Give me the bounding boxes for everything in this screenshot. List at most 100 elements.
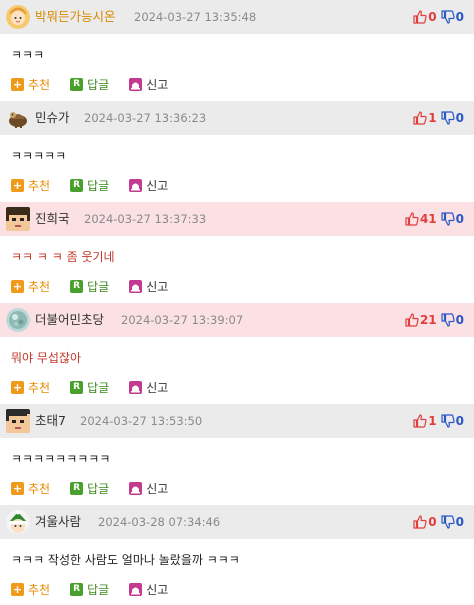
thumbs-up-icon (413, 515, 427, 529)
thumbs-down-icon (441, 10, 455, 24)
vote-box: 21 0 (405, 303, 464, 337)
recommend-label: 추천 (28, 583, 51, 597)
recommend-button[interactable]: + 추천 (11, 379, 50, 396)
reply-button[interactable]: R 답글 (70, 278, 109, 295)
thumbs-up-icon (413, 10, 427, 24)
comment-actions: + 추천 R 답글 신고 (11, 177, 188, 194)
plus-icon: + (11, 583, 24, 596)
downvote-count: 0 (455, 10, 464, 24)
upvote-count: 21 (419, 313, 437, 327)
reply-button[interactable]: R 답글 (70, 177, 109, 194)
comment-text: ㅋㅋㅋㅋㅋㅋㅋㅋㅋ (11, 452, 111, 466)
report-button[interactable]: 신고 (129, 581, 168, 598)
comment-header: 진희국 2024-03-27 13:37:33 41 0 (0, 202, 474, 236)
comment-item: 더불어민초당 2024-03-27 13:39:07 21 0 뭐야 무섭잖아 … (0, 303, 474, 404)
thumbs-up-icon (405, 313, 419, 327)
report-button[interactable]: 신고 (129, 177, 168, 194)
upvote-button[interactable]: 0 (413, 515, 438, 529)
downvote-button[interactable]: 0 (441, 111, 464, 125)
reply-icon: R (70, 583, 84, 596)
downvote-button[interactable]: 0 (441, 313, 464, 327)
recommend-button[interactable]: + 추천 (11, 177, 50, 194)
reply-button[interactable]: R 답글 (70, 480, 109, 497)
comment-text: ㅋㅋㅋ (11, 48, 45, 62)
report-button[interactable]: 신고 (129, 379, 168, 396)
comment-item: 겨울사람 2024-03-28 07:34:46 0 0 ㅋㅋㅋ 작성한 사람도… (0, 505, 474, 605)
recommend-label: 추천 (28, 280, 51, 294)
downvote-count: 0 (455, 515, 464, 529)
vote-box: 0 0 (413, 505, 464, 539)
thumbs-down-icon (441, 414, 455, 428)
thumbs-down-icon (441, 212, 455, 226)
report-label: 신고 (146, 280, 169, 294)
nickname[interactable]: 겨울사람 (35, 505, 81, 539)
thumbs-down-icon (441, 111, 455, 125)
downvote-count: 0 (455, 212, 464, 226)
nickname[interactable]: 진희국 (35, 202, 70, 236)
reply-label: 답글 (87, 78, 110, 92)
plus-icon: + (11, 280, 24, 293)
avatar[interactable] (6, 106, 30, 130)
downvote-button[interactable]: 0 (441, 212, 464, 226)
plus-icon: + (11, 482, 24, 495)
thumbs-up-icon (405, 212, 419, 226)
downvote-button[interactable]: 0 (441, 414, 464, 428)
report-icon (129, 179, 143, 192)
reply-icon: R (70, 381, 84, 394)
comment-item: 초태7 2024-03-27 13:53:50 1 0 ㅋㅋㅋㅋㅋㅋㅋㅋㅋ + 추… (0, 404, 474, 505)
avatar[interactable] (6, 207, 30, 231)
downvote-count: 0 (455, 313, 464, 327)
upvote-count: 1 (428, 414, 437, 428)
downvote-button[interactable]: 0 (441, 10, 464, 24)
nickname[interactable]: 초태7 (35, 404, 66, 438)
avatar[interactable] (6, 510, 30, 534)
reply-button[interactable]: R 답글 (70, 379, 109, 396)
reply-label: 답글 (87, 381, 110, 395)
comment-item: 박뭐든가능시온 2024-03-27 13:35:48 0 0 ㅋㅋㅋ + 추천 … (0, 0, 474, 101)
nickname[interactable]: 박뭐든가능시온 (35, 0, 116, 34)
upvote-button[interactable]: 41 (405, 212, 439, 226)
report-button[interactable]: 신고 (129, 480, 168, 497)
reply-icon: R (70, 482, 84, 495)
comment-actions: + 추천 R 답글 신고 (11, 278, 188, 295)
upvote-count: 0 (428, 515, 437, 529)
thumbs-up-icon (413, 111, 427, 125)
upvote-button[interactable]: 1 (413, 111, 438, 125)
report-icon (129, 78, 143, 91)
recommend-button[interactable]: + 추천 (11, 581, 50, 598)
comment-item: 민슈가 2024-03-27 13:36:23 1 0 ㅋㅋㅋㅋㅋ + 추천 R답… (0, 101, 474, 202)
recommend-button[interactable]: + 추천 (11, 76, 50, 93)
nickname[interactable]: 더불어민초당 (35, 303, 104, 337)
downvote-button[interactable]: 0 (441, 515, 464, 529)
report-label: 신고 (146, 482, 169, 496)
avatar[interactable] (6, 409, 30, 433)
comment-item: 진희국 2024-03-27 13:37:33 41 0 ㅋㅋ ㅋ ㅋ 좀 웃기… (0, 202, 474, 303)
vote-box: 0 0 (413, 0, 464, 34)
upvote-count: 41 (419, 212, 437, 226)
timestamp: 2024-03-28 07:34:46 (98, 515, 221, 529)
nickname[interactable]: 민슈가 (35, 101, 70, 135)
recommend-button[interactable]: + 추천 (11, 480, 50, 497)
report-button[interactable]: 신고 (129, 76, 168, 93)
upvote-button[interactable]: 21 (405, 313, 439, 327)
upvote-button[interactable]: 1 (413, 414, 438, 428)
recommend-button[interactable]: + 추천 (11, 278, 50, 295)
report-icon (129, 381, 143, 394)
avatar[interactable] (6, 5, 30, 29)
vote-box: 1 0 (413, 101, 464, 135)
report-button[interactable]: 신고 (129, 278, 168, 295)
reply-icon: R (70, 78, 84, 91)
avatar[interactable] (6, 308, 30, 332)
comment-header: 더불어민초당 2024-03-27 13:39:07 21 0 (0, 303, 474, 337)
thumbs-down-icon (441, 313, 455, 327)
plus-icon: + (11, 381, 24, 394)
vote-box: 41 0 (405, 202, 464, 236)
thumbs-up-icon (413, 414, 427, 428)
upvote-count: 1 (428, 111, 437, 125)
recommend-label: 추천 (28, 179, 51, 193)
comment-header: 겨울사람 2024-03-28 07:34:46 0 0 (0, 505, 474, 539)
reply-button[interactable]: R 답글 (70, 76, 109, 93)
upvote-button[interactable]: 0 (413, 10, 438, 24)
comment-actions: + 추천 R 답글 신고 (11, 480, 188, 497)
reply-button[interactable]: R 답글 (70, 581, 109, 598)
